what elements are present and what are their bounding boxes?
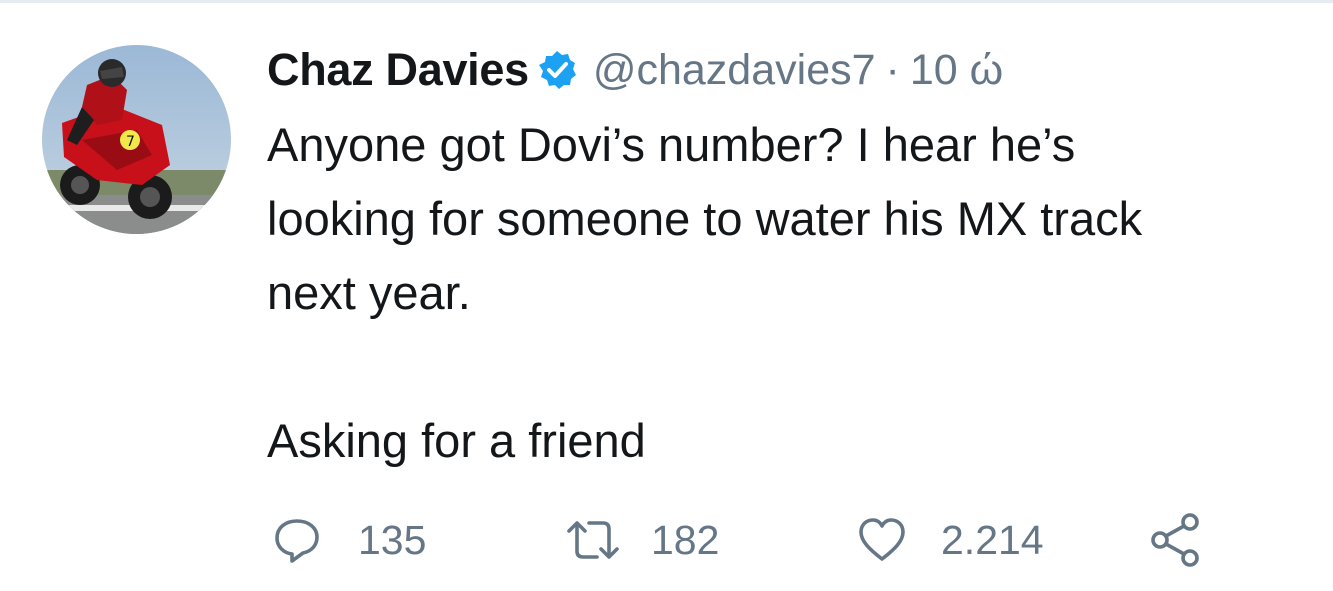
display-name[interactable]: Chaz Davies (267, 44, 529, 96)
retweet-button[interactable]: 182 (565, 505, 719, 575)
tweet-text-line: next year. (267, 266, 471, 319)
reply-button[interactable]: 135 (272, 505, 426, 575)
tweet-actions: 135 182 2.214 (0, 505, 1333, 575)
timestamp[interactable]: 10 ώ (910, 46, 1003, 95)
svg-text:7: 7 (126, 134, 135, 150)
retweet-count: 182 (651, 516, 720, 563)
avatar-image: 7 (42, 45, 231, 234)
retweet-icon (565, 515, 621, 565)
share-icon (1148, 512, 1204, 568)
separator-dot: · (885, 45, 900, 94)
like-count: 2.214 (941, 516, 1044, 563)
tweet-text-line: Anyone got Dovi’s number? I hear he’s (267, 118, 1076, 171)
reply-count: 135 (358, 516, 427, 563)
avatar[interactable]: 7 (42, 45, 231, 234)
reply-icon (272, 515, 322, 565)
tweet-text-line: Asking for a friend (267, 414, 646, 467)
verified-badge-icon (537, 50, 577, 90)
heart-icon (857, 515, 907, 565)
top-divider (0, 0, 1333, 3)
tweet-header: Chaz Davies @chazdavies7 · 10 ώ (267, 40, 1003, 100)
share-button[interactable] (1148, 505, 1204, 575)
user-handle[interactable]: @chazdavies7 (593, 46, 876, 95)
tweet-text: Anyone got Dovi’s number? I hear he’s lo… (267, 108, 1333, 478)
like-button[interactable]: 2.214 (857, 505, 1044, 575)
tweet-text-line: looking for someone to water his MX trac… (267, 192, 1143, 245)
